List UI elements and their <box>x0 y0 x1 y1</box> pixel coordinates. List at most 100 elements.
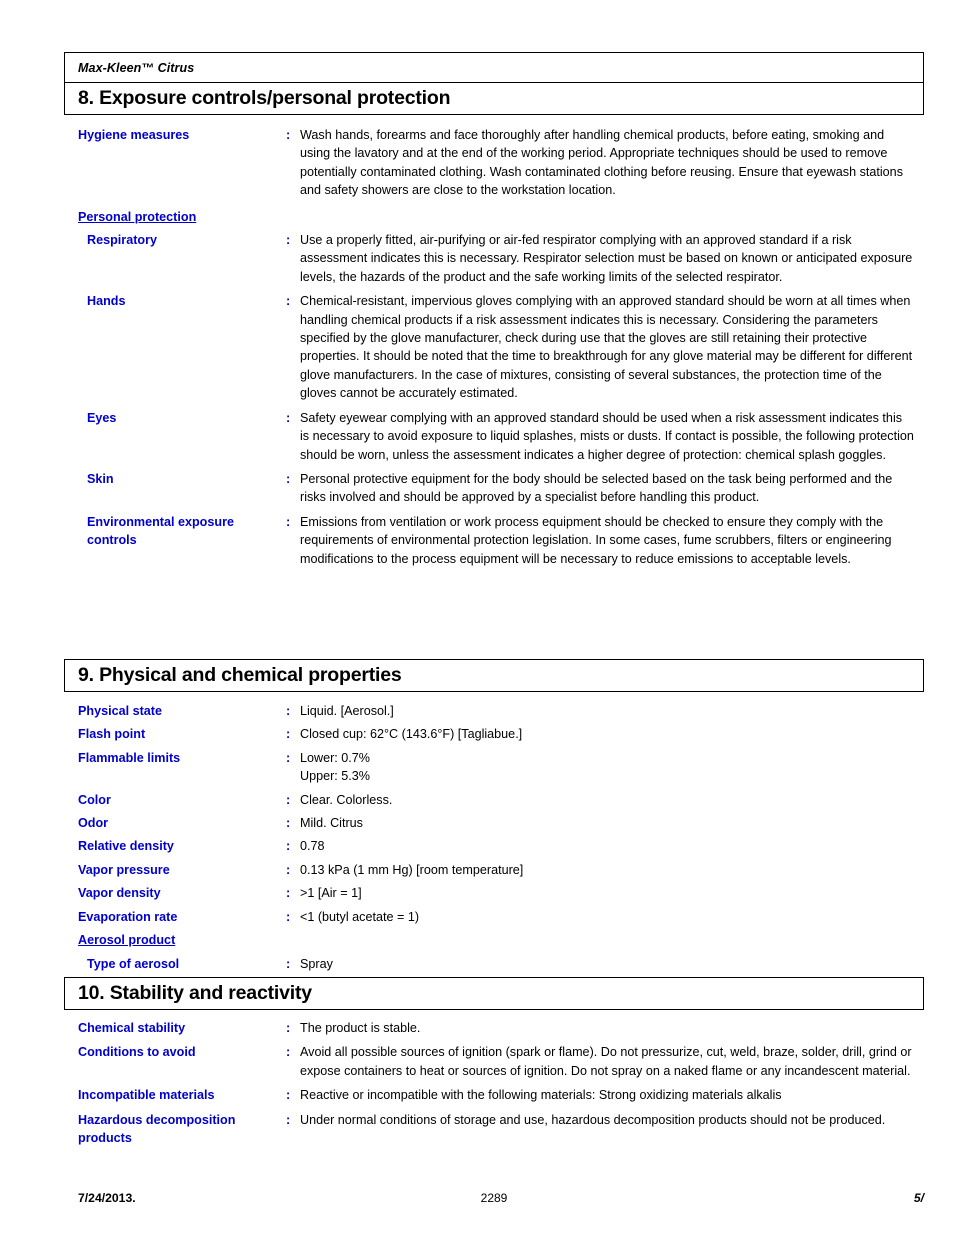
section-title-10: 10. Stability and reactivity <box>64 977 924 1010</box>
label-incompatible-materials: Incompatible materials <box>78 1088 215 1103</box>
label-personal-protection: Personal protection <box>78 209 197 224</box>
colon: : <box>286 816 291 831</box>
value-evaporation-rate: <1 (butyl acetate = 1) <box>300 909 420 924</box>
colon: : <box>286 410 291 425</box>
section-title-9-label: 9. Physical and chemical properties <box>78 664 402 686</box>
label-vapor-pressure: Vapor pressure <box>78 862 170 877</box>
row-chemical-stability: Chemical stability : The product is stab… <box>64 1019 924 1037</box>
label-relative-density: Relative density <box>78 839 174 854</box>
row-vapor-density: Vapor density : >1 [Air = 1] <box>64 884 924 902</box>
label-physical-state: Physical state <box>78 704 163 718</box>
row-respiratory: Respiratory : Use a properly fitted, air… <box>64 231 924 286</box>
colon: : <box>286 862 291 877</box>
value-respiratory: Use a properly fitted, air-purifying or … <box>300 233 913 284</box>
colon: : <box>286 471 291 486</box>
colon: : <box>286 128 291 142</box>
row-color: Color : Clear. Colorless. <box>64 791 924 809</box>
row-vapor-pressure: Vapor pressure : 0.13 kPa (1 mm Hg) [roo… <box>64 861 924 879</box>
value-skin: Personal protective equipment for the bo… <box>300 471 893 505</box>
row-conditions-to-avoid: Conditions to avoid : Avoid all possible… <box>64 1043 924 1080</box>
value-vapor-density: >1 [Air = 1] <box>300 886 362 901</box>
value-conditions-to-avoid: Avoid all possible sources of ignition (… <box>300 1045 912 1078</box>
section-9-rows: Physical state : Liquid. [Aerosol.] Flas… <box>64 702 924 974</box>
colon: : <box>286 1045 291 1060</box>
row-relative-density: Relative density : 0.78 <box>64 837 924 855</box>
section-title-10-label: 10. Stability and reactivity <box>78 982 312 1004</box>
row-flammable-limits: Flammable limits : Lower: 0.7% Upper: 5.… <box>64 749 924 786</box>
label-environmental-exposure-controls: Environmental exposure controls <box>87 514 234 548</box>
value-odor: Mild. Citrus <box>300 816 363 831</box>
colon: : <box>286 1112 291 1127</box>
value-hazardous-decomposition-products: Under normal conditions of storage and u… <box>300 1112 886 1127</box>
value-type-of-aerosol: Spray <box>300 957 333 972</box>
label-skin: Skin <box>87 471 114 486</box>
colon: : <box>286 1088 291 1103</box>
colon: : <box>286 909 291 924</box>
colon: : <box>286 514 291 529</box>
colon: : <box>286 233 291 248</box>
section-title-9: 9. Physical and chemical properties <box>64 659 924 692</box>
row-personal-protection: Personal protection <box>64 208 924 226</box>
section-8-rows: Hygiene measures : Wash hands, forearms … <box>64 126 924 568</box>
row-eyes: Eyes : Safety eyewear complying with an … <box>64 409 924 464</box>
value-vapor-pressure: 0.13 kPa (1 mm Hg) [room temperature] <box>300 862 524 877</box>
label-type-of-aerosol: Type of aerosol <box>87 957 180 972</box>
row-physical-state: Physical state : Liquid. [Aerosol.] <box>64 702 924 720</box>
label-vapor-density: Vapor density <box>78 886 161 901</box>
label-odor: Odor <box>78 816 109 831</box>
product-name: Max-Kleen™ Citrus <box>78 60 195 75</box>
label-hygiene-measures: Hygiene measures <box>78 128 190 142</box>
colon: : <box>286 957 291 972</box>
colon: : <box>286 750 291 765</box>
section-title-8: 8. Exposure controls/personal protection <box>64 82 924 115</box>
label-conditions-to-avoid: Conditions to avoid <box>78 1045 196 1060</box>
row-hazardous-decomposition-products: Hazardous decomposition products : Under… <box>64 1111 924 1148</box>
footer-page-number: 5/ <box>913 1191 924 1205</box>
row-flash-point: Flash point : Closed cup: 62°C (143.6°F)… <box>64 725 924 743</box>
label-color: Color <box>78 792 111 807</box>
footer-date: 7/24/2013. <box>78 1191 136 1205</box>
footer-document-number: 2289 <box>480 1191 508 1205</box>
colon: : <box>286 792 291 807</box>
value-relative-density: 0.78 <box>300 839 325 854</box>
label-aerosol-product: Aerosol product <box>78 933 176 948</box>
label-evaporation-rate: Evaporation rate <box>78 909 178 924</box>
colon: : <box>286 839 291 854</box>
colon: : <box>286 294 291 309</box>
row-evaporation-rate: Evaporation rate : <1 (butyl acetate = 1… <box>64 908 924 926</box>
label-flammable-limits: Flammable limits <box>78 750 181 765</box>
row-odor: Odor : Mild. Citrus <box>64 814 924 832</box>
document-page: Max-Kleen™ Citrus 8. Exposure controls/p… <box>64 0 924 1235</box>
row-hygiene-measures: Hygiene measures : Wash hands, forearms … <box>64 126 924 200</box>
section-10-rows: Chemical stability : The product is stab… <box>64 1019 924 1147</box>
label-hazardous-decomposition-products: Hazardous decomposition products <box>78 1112 236 1146</box>
row-skin: Skin : Personal protective equipment for… <box>64 470 924 507</box>
value-color: Clear. Colorless. <box>300 792 393 807</box>
value-physical-state: Liquid. [Aerosol.] <box>300 704 394 718</box>
value-flash-point: Closed cup: 62°C (143.6°F) [Tagliabue.] <box>300 727 523 742</box>
value-hygiene-measures: Wash hands, forearms and face thoroughly… <box>300 128 903 198</box>
label-hands: Hands <box>87 294 126 309</box>
colon: : <box>286 1021 291 1035</box>
value-flammable-limits: Lower: 0.7% Upper: 5.3% <box>300 750 371 784</box>
row-aerosol-product: Aerosol product <box>64 931 924 949</box>
colon: : <box>286 727 291 742</box>
label-eyes: Eyes <box>87 410 117 425</box>
document-footer: 7/24/2013. 2289 5/ <box>64 1191 924 1205</box>
row-environmental-exposure-controls: Environmental exposure controls : Emissi… <box>64 513 924 568</box>
document-header: Max-Kleen™ Citrus <box>64 52 924 82</box>
value-chemical-stability: The product is stable. <box>300 1021 421 1035</box>
row-type-of-aerosol: Type of aerosol : Spray <box>64 955 924 973</box>
row-incompatible-materials: Incompatible materials : Reactive or inc… <box>64 1086 924 1104</box>
label-chemical-stability: Chemical stability <box>78 1021 186 1035</box>
value-incompatible-materials: Reactive or incompatible with the follow… <box>300 1088 782 1103</box>
colon: : <box>286 886 291 901</box>
colon: : <box>286 704 291 718</box>
value-environmental-exposure-controls: Emissions from ventilation or work proce… <box>300 514 892 566</box>
value-eyes: Safety eyewear complying with an approve… <box>300 410 914 462</box>
label-flash-point: Flash point <box>78 727 146 742</box>
label-respiratory: Respiratory <box>87 233 157 248</box>
value-hands: Chemical-resistant, impervious gloves co… <box>300 294 913 401</box>
section-title-8-label: 8. Exposure controls/personal protection <box>78 87 451 109</box>
row-hands: Hands : Chemical-resistant, impervious g… <box>64 292 924 402</box>
